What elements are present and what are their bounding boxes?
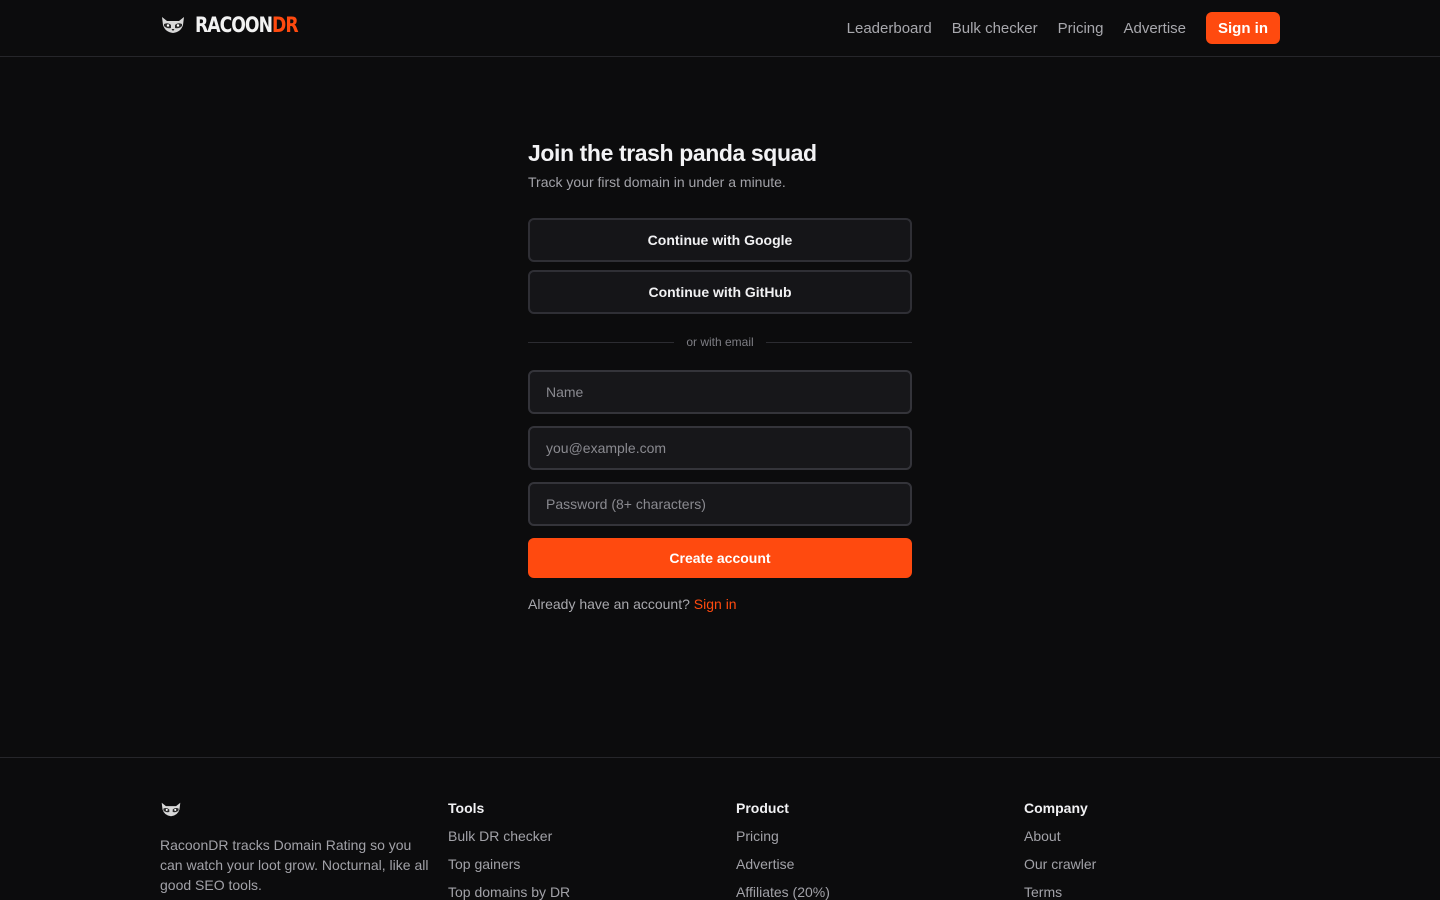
raccoon-logo-icon (162, 17, 184, 33)
nav-advertise[interactable]: Advertise (1123, 20, 1186, 37)
signin-prompt-text: Already have an account? (528, 596, 690, 612)
footer-column-tools: Tools Bulk DR checker Top gainers Top do… (448, 800, 570, 900)
footer-link[interactable]: Pricing (736, 828, 830, 844)
footer-column-title: Tools (448, 800, 485, 816)
signup-form: Join the trash panda squad Track your fi… (528, 138, 913, 614)
email-input[interactable] (528, 426, 912, 470)
footer-column-title: Product (736, 800, 789, 816)
footer-column-product: Product Pricing Advertise Affiliates (20… (736, 800, 830, 900)
divider-text: or with email (686, 335, 754, 349)
main-nav: Leaderboard Bulk checker Pricing Adverti… (847, 12, 1280, 44)
site-header: RACOONDR Leaderboard Bulk checker Pricin… (0, 0, 1440, 57)
brand-logo[interactable]: RACOONDR (160, 10, 320, 40)
footer-link[interactable]: Affiliates (20%) (736, 884, 830, 900)
page-title: Join the trash panda squad (528, 140, 817, 166)
brand-name: RACOONDR (195, 13, 299, 37)
raccoon-logo-icon (161, 802, 181, 817)
footer-column-title: Company (1024, 800, 1088, 816)
footer-link[interactable]: Advertise (736, 856, 830, 872)
footer-link[interactable]: Top gainers (448, 856, 570, 872)
footer-link[interactable]: Bulk DR checker (448, 828, 570, 844)
footer-about-text: RacoonDR tracks Domain Rating so you can… (160, 837, 429, 893)
footer-link[interactable]: Our crawler (1024, 856, 1096, 872)
signin-link[interactable]: Sign in (694, 596, 737, 612)
footer-link[interactable]: Terms (1024, 884, 1096, 900)
footer-link[interactable]: Top domains by DR (448, 884, 570, 900)
divider-line (765, 341, 913, 343)
page-subtitle: Track your first domain in under a minut… (528, 174, 786, 190)
google-signin-button[interactable]: Continue with Google (528, 218, 912, 262)
site-footer: RacoonDR tracks Domain Rating so you can… (0, 757, 1440, 900)
github-signin-button[interactable]: Continue with GitHub (528, 270, 912, 314)
nav-leaderboard[interactable]: Leaderboard (847, 20, 932, 37)
footer-link[interactable]: About (1024, 828, 1096, 844)
footer-column-company: Company About Our crawler Terms (1024, 800, 1096, 900)
divider-line (528, 341, 675, 343)
name-input[interactable] (528, 370, 912, 414)
create-account-button[interactable]: Create account (528, 538, 912, 578)
footer-about: RacoonDR tracks Domain Rating so you can… (160, 801, 430, 895)
password-input[interactable] (528, 482, 912, 526)
signin-prompt: Already have an account? Sign in (528, 594, 912, 614)
nav-bulk-checker[interactable]: Bulk checker (952, 20, 1038, 37)
nav-pricing[interactable]: Pricing (1058, 20, 1104, 37)
email-divider: or with email (528, 334, 913, 350)
sign-in-button[interactable]: Sign in (1206, 12, 1280, 44)
